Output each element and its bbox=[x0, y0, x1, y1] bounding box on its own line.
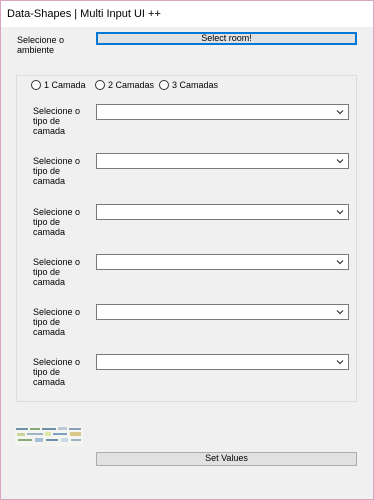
chevron-down-icon bbox=[336, 310, 344, 315]
chevron-down-icon bbox=[336, 360, 344, 365]
chevron-down-icon bbox=[336, 159, 344, 164]
layer-type-label: Selecione o tipo de camada bbox=[33, 156, 88, 186]
select-room-button[interactable]: Select room! bbox=[96, 32, 357, 45]
layer-type-dropdown[interactable] bbox=[96, 104, 349, 120]
layer-type-label: Selecione o tipo de camada bbox=[33, 307, 88, 337]
title-bar[interactable]: Data-Shapes | Multi Input UI ++ bbox=[1, 1, 373, 27]
set-values-button[interactable]: Set Values bbox=[96, 452, 357, 466]
radio-2-camadas[interactable]: 2 Camadas bbox=[95, 80, 154, 90]
preview-thumbnail-image bbox=[15, 426, 83, 446]
room-label-line-2: ambiente bbox=[17, 45, 55, 55]
layer-type-label: Selecione o tipo de camada bbox=[33, 257, 88, 287]
label-line: tipo de bbox=[33, 166, 61, 176]
label-line: tipo de bbox=[33, 317, 61, 327]
radio-circle-icon bbox=[95, 80, 105, 90]
label-line: camada bbox=[33, 176, 66, 186]
label-line: Selecione o bbox=[33, 257, 81, 267]
chevron-down-icon bbox=[336, 110, 344, 115]
layer-type-dropdown[interactable] bbox=[96, 204, 349, 220]
layer-type-dropdown[interactable] bbox=[96, 354, 349, 370]
layer-type-dropdown[interactable] bbox=[96, 254, 349, 270]
label-line: tipo de bbox=[33, 267, 61, 277]
label-line: Selecione o bbox=[33, 156, 81, 166]
layer-type-dropdown[interactable] bbox=[96, 153, 349, 169]
label-line: tipo de bbox=[33, 367, 61, 377]
layer-type-dropdown[interactable] bbox=[96, 304, 349, 320]
chevron-down-icon bbox=[336, 260, 344, 265]
layer-type-label: Selecione o tipo de camada bbox=[33, 357, 88, 387]
radio-circle-icon bbox=[159, 80, 169, 90]
label-line: camada bbox=[33, 277, 66, 287]
window-title: Data-Shapes | Multi Input UI ++ bbox=[7, 8, 161, 20]
radio-1-camada[interactable]: 1 Camada bbox=[31, 80, 86, 90]
label-line: camada bbox=[33, 377, 66, 387]
label-line: Selecione o bbox=[33, 357, 81, 367]
radio-circle-icon bbox=[31, 80, 41, 90]
radio-label: 2 Camadas bbox=[108, 80, 155, 90]
radio-label: 1 Camada bbox=[44, 80, 86, 90]
label-line: Selecione o bbox=[33, 106, 81, 116]
room-label-line-1: Selecione o bbox=[17, 35, 65, 45]
layer-type-label: Selecione o tipo de camada bbox=[33, 207, 88, 237]
room-label: Selecione o ambiente bbox=[17, 35, 87, 55]
radio-3-camadas[interactable]: 3 Camadas bbox=[159, 80, 218, 90]
label-line: tipo de bbox=[33, 116, 61, 126]
label-line: camada bbox=[33, 227, 66, 237]
label-line: camada bbox=[33, 126, 66, 136]
label-line: Selecione o bbox=[33, 207, 81, 217]
label-line: camada bbox=[33, 327, 66, 337]
label-line: tipo de bbox=[33, 217, 61, 227]
layer-type-label: Selecione o tipo de camada bbox=[33, 106, 88, 136]
chevron-down-icon bbox=[336, 210, 344, 215]
label-line: Selecione o bbox=[33, 307, 81, 317]
radio-label: 3 Camadas bbox=[172, 80, 219, 90]
